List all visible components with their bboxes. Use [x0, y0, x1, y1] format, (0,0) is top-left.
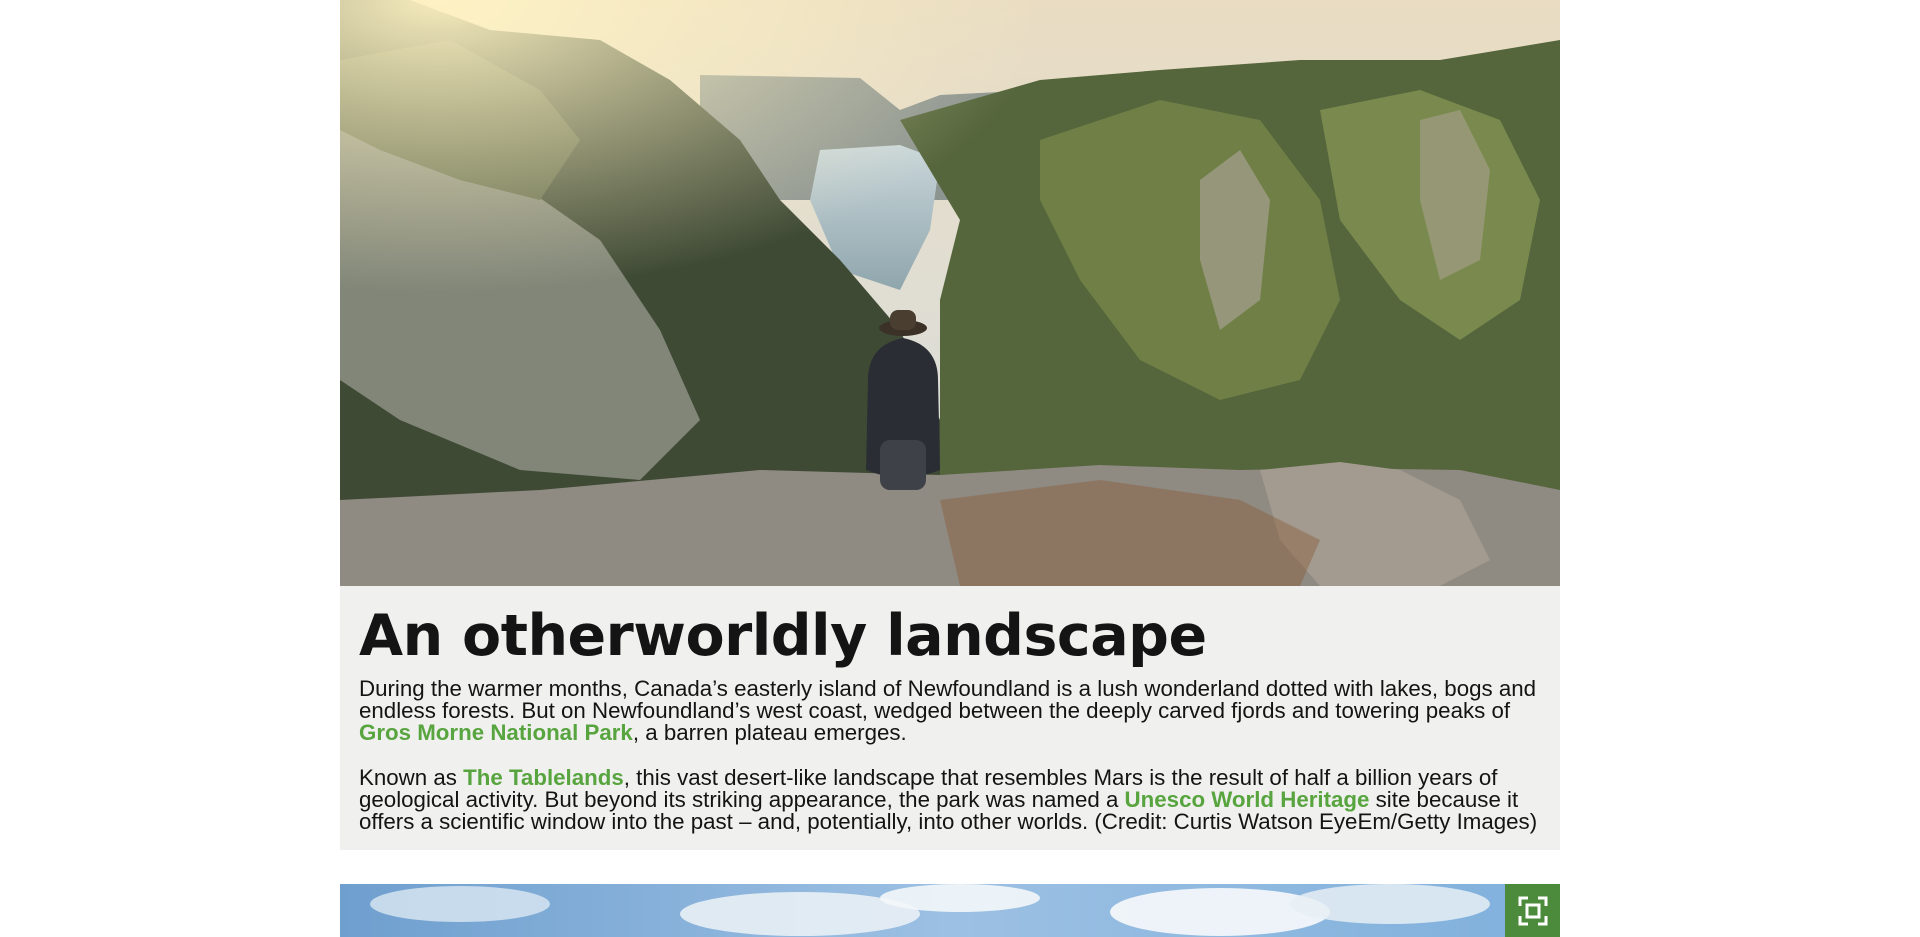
caption-paragraph-2: Known as The Tablelands, this vast deser…: [359, 766, 1540, 833]
gros-morne-link[interactable]: Gros Morne National Park: [359, 720, 633, 745]
expand-button[interactable]: [1505, 884, 1560, 937]
next-slide-image: [340, 884, 1560, 937]
caption-text: During the warmer months, Canada’s easte…: [359, 676, 1537, 723]
caption-paragraph-1: During the warmer months, Canada’s easte…: [359, 676, 1540, 745]
landscape-photo: [340, 0, 1560, 586]
expand-icon: [1518, 896, 1547, 925]
caption-text: , a barren plateau emerges.: [632, 720, 907, 745]
hero-image: [340, 0, 1560, 586]
article-slide: An otherworldly landscape During the war…: [340, 0, 1560, 850]
caption-headline: An otherworldly landscape: [359, 603, 1207, 669]
sky-photo: [340, 884, 1560, 937]
caption-box: An otherworldly landscape During the war…: [340, 586, 1560, 850]
